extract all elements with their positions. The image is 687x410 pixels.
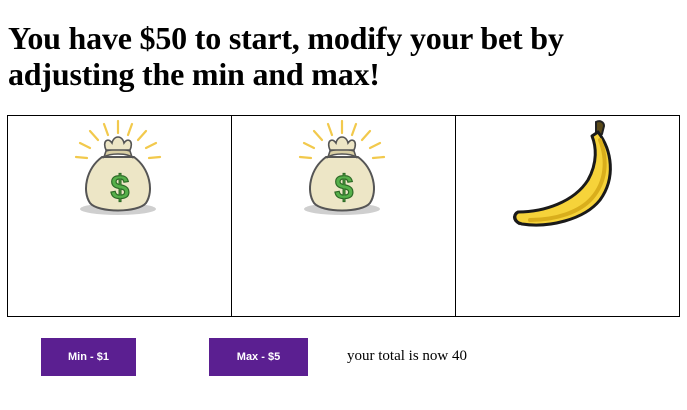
money-bag-icon: $ (298, 119, 386, 215)
banana-icon (513, 120, 612, 227)
svg-text:$: $ (111, 169, 130, 207)
reel-2: $ (231, 115, 456, 317)
reel-3 (455, 115, 680, 317)
slot-reels: $ $ (7, 115, 681, 317)
max-bet-button[interactable]: Max - $5 (209, 338, 308, 376)
svg-text:$: $ (335, 169, 354, 207)
money-bag-icon: $ (74, 119, 162, 215)
page-title: You have $50 to start, modify your bet b… (8, 20, 564, 92)
min-bet-button[interactable]: Min - $1 (41, 338, 136, 376)
total-status-text: your total is now 40 (347, 348, 467, 364)
reel-1: $ (7, 115, 232, 317)
